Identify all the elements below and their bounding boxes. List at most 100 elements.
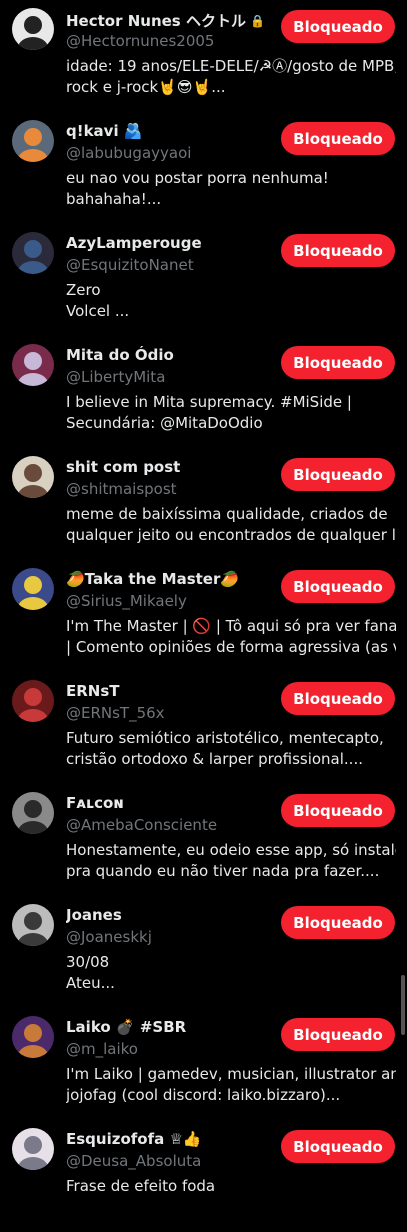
user-row[interactable]: ERNsT @ERNsT_56x Futuro semiótico aristoté… <box>0 672 407 784</box>
user-display-name[interactable]: AzyLamperouge <box>66 234 202 252</box>
display-name-text: Mita do Ódio <box>66 346 174 364</box>
bio-line: Zero <box>66 281 101 299</box>
scrollbar[interactable] <box>401 975 405 1035</box>
bio-line: Futuro semiótico aristotélico, mentecapt… <box>66 729 384 747</box>
user-display-name[interactable]: q!kavi 🫂 <box>66 122 143 140</box>
bio-line: Secundária: @MitaDoOdio <box>66 414 263 432</box>
display-name-text: q!kavi 🫂 <box>66 122 143 140</box>
user-handle: @shitmaispost <box>66 480 177 498</box>
user-row[interactable]: AzyLamperouge @EsquizitoNanet Zero Volcel .… <box>0 224 407 336</box>
blocked-button[interactable]: Bloqueado <box>281 1018 395 1051</box>
bio-line: I'm The Master | 🚫 | Tô aqui só pra ver … <box>66 617 396 635</box>
display-name-text: Hector Nunes ヘクトル <box>66 12 246 30</box>
user-bio: I believe in Mita supremacy. #MiSide | Se… <box>66 392 396 434</box>
avatar[interactable] <box>12 1128 54 1170</box>
avatar[interactable] <box>12 456 54 498</box>
user-bio: I'm Laiko | gamedev, musician, illustrat… <box>66 1064 396 1106</box>
user-display-name[interactable]: shit com post <box>66 458 180 476</box>
user-row[interactable]: Esquizofofa ♕👍 @Deusa_Absoluta Frase de ef… <box>0 1120 407 1232</box>
user-display-name[interactable]: ERNsT <box>66 682 120 700</box>
avatar[interactable] <box>12 904 54 946</box>
bio-line: cristão ortodoxo & larper profissional..… <box>66 750 363 768</box>
blocked-button[interactable]: Bloqueado <box>281 1130 395 1163</box>
avatar[interactable] <box>12 120 54 162</box>
user-display-name[interactable]: Esquizofofa ♕👍 <box>66 1130 202 1148</box>
avatar[interactable] <box>12 568 54 610</box>
user-row[interactable]: Mita do Ódio @LibertyMita I believe in Mit… <box>0 336 407 448</box>
blocked-button[interactable]: Bloqueado <box>281 682 395 715</box>
user-display-name[interactable]: Joanes <box>66 906 122 924</box>
bio-line: eu nao vou postar porra nenhuma! <box>66 169 329 187</box>
bio-line: Honestamente, eu odeio esse app, só inst… <box>66 841 396 859</box>
avatar[interactable] <box>12 8 54 50</box>
blocked-button[interactable]: Bloqueado <box>281 794 395 827</box>
display-name-text: AzyLamperouge <box>66 234 202 252</box>
user-bio: eu nao vou postar porra nenhuma! bahahaha… <box>66 168 396 210</box>
user-row[interactable]: Hector Nunes ヘクトル 🔒 @Hectornunes2005 idade:… <box>0 0 407 112</box>
user-handle: @Hectornunes2005 <box>66 32 215 50</box>
avatar[interactable] <box>12 1016 54 1058</box>
avatar[interactable] <box>12 792 54 834</box>
user-bio: meme de baixíssima qualidade, criados de… <box>66 504 396 546</box>
user-display-name[interactable]: 🥭Taka the Master🥭 <box>66 570 239 588</box>
blocked-button[interactable]: Bloqueado <box>281 10 395 43</box>
bio-line: meme de baixíssima qualidade, criados de <box>66 505 388 523</box>
display-name-text: shit com post <box>66 458 181 476</box>
user-display-name[interactable]: Hector Nunes ヘクトル 🔒 <box>66 10 265 31</box>
display-name-text: Esquizofofa ♕👍 <box>66 1130 202 1148</box>
bio-line: pra quando eu não tiver nada pra fazer..… <box>66 862 380 880</box>
user-row[interactable]: Fᴀʟᴄᴏɴ @AmebaConsciente Honestamente, eu o… <box>0 784 407 896</box>
bio-line: Volcel ... <box>66 302 130 320</box>
user-bio: Zero Volcel ... <box>66 280 396 322</box>
user-handle: @Deusa_Absoluta <box>66 1152 202 1170</box>
blocked-button[interactable]: Bloqueado <box>281 906 395 939</box>
user-bio: Honestamente, eu odeio esse app, só inst… <box>66 840 396 882</box>
user-row[interactable]: Joanes @Joaneskkj 30/08 Ateu... Bloqueado <box>0 896 407 1008</box>
bio-line: 30/08 <box>66 953 110 971</box>
user-handle: @Joaneskkj <box>66 928 152 946</box>
display-name-text: 🥭Taka the Master🥭 <box>66 570 240 588</box>
user-row[interactable]: q!kavi 🫂 @labubugayyaoi eu nao vou postar … <box>0 112 407 224</box>
user-handle: @ERNsT_56x <box>66 704 165 722</box>
blocked-button[interactable]: Bloqueado <box>281 570 395 603</box>
lock-icon: 🔒 <box>249 14 265 28</box>
blocked-button[interactable]: Bloqueado <box>281 234 395 267</box>
user-row[interactable]: shit com post @shitmaispost meme de baixís… <box>0 448 407 560</box>
user-bio: 30/08 Ateu... <box>66 952 396 994</box>
user-row[interactable]: 🥭Taka the Master🥭 @Sirius_Mikaely I'm The … <box>0 560 407 672</box>
user-display-name[interactable]: Laiko 💣 #SBR <box>66 1018 186 1036</box>
display-name-text: Fᴀʟᴄᴏɴ <box>66 794 124 812</box>
avatar[interactable] <box>12 232 54 274</box>
avatar[interactable] <box>12 680 54 722</box>
bio-line: I'm Laiko | gamedev, musician, illustrat… <box>66 1065 396 1083</box>
bio-line: Frase de efeito foda <box>66 1177 216 1195</box>
bio-line: idade: 19 anos/ELE-DELE/☭Ⓐ/gosto de MPB, <box>66 57 396 75</box>
display-name-text: ERNsT <box>66 682 120 700</box>
bio-line: rock e j-rock🤘😎🤘... <box>66 78 226 96</box>
user-handle: @labubugayyaoi <box>66 144 192 162</box>
user-handle: @LibertyMita <box>66 368 166 386</box>
user-display-name[interactable]: Mita do Ódio <box>66 346 174 364</box>
user-handle: @EsquizitoNanet <box>66 256 194 274</box>
bio-line: | Comento opiniões de forma agressiva (a… <box>66 638 396 656</box>
user-bio: Frase de efeito foda <box>66 1176 396 1197</box>
blocked-button[interactable]: Bloqueado <box>281 458 395 491</box>
bio-line: jojofag (cool discord: laiko.bizzaro)... <box>66 1086 341 1104</box>
user-bio: Futuro semiótico aristotélico, mentecapt… <box>66 728 396 770</box>
user-display-name[interactable]: Fᴀʟᴄᴏɴ <box>66 794 124 812</box>
user-handle: @m_laiko <box>66 1040 138 1058</box>
user-handle: @AmebaConsciente <box>66 816 218 834</box>
blocked-button[interactable]: Bloqueado <box>281 122 395 155</box>
display-name-text: Laiko 💣 #SBR <box>66 1018 187 1036</box>
display-name-text: Joanes <box>66 906 122 924</box>
bio-line: bahahaha!... <box>66 190 162 208</box>
blocked-button[interactable]: Bloqueado <box>281 346 395 379</box>
user-handle: @Sirius_Mikaely <box>66 592 187 610</box>
user-row[interactable]: Laiko 💣 #SBR @m_laiko I'm Laiko | gamedev,… <box>0 1008 407 1120</box>
user-bio: idade: 19 anos/ELE-DELE/☭Ⓐ/gosto de MPB,… <box>66 56 396 98</box>
bio-line: I believe in Mita supremacy. #MiSide | <box>66 393 352 411</box>
blocked-accounts-list: Hector Nunes ヘクトル 🔒 @Hectornunes2005 idade:… <box>0 0 407 1232</box>
avatar[interactable] <box>12 344 54 386</box>
bio-line: qualquer jeito ou encontrados de qualque… <box>66 526 396 544</box>
user-bio: I'm The Master | 🚫 | Tô aqui só pra ver … <box>66 616 396 658</box>
